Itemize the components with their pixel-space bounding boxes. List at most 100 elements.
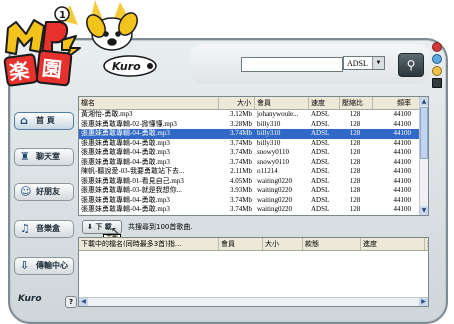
horizontal-scrollbar[interactable]: ◀ ▶: [79, 297, 428, 306]
column-header-compression[interactable]: 壓縮比: [340, 97, 373, 109]
cell-speed: ADSL: [311, 195, 330, 204]
queue-column-filename[interactable]: 下載中的檔名(同時最多3首)指...: [79, 238, 219, 250]
cell-speed: ADSL: [311, 119, 330, 128]
queue-column-size[interactable]: 大小: [263, 238, 303, 250]
cell-speed: ADSL: [311, 129, 330, 137]
search-button[interactable]: ⚲: [398, 53, 424, 77]
cell-size: 3.93Mb: [230, 186, 252, 194]
table-row[interactable]: 張惠妹勇敢專輯-04-勇敢.mp33.74Mbbilly310ADSL12844…: [79, 139, 420, 149]
cell-filename: 張惠妹勇敢專輯-04-勇敢.mp3: [81, 195, 170, 204]
cell-compression: 128: [349, 157, 361, 166]
table-row[interactable]: 張惠妹勇敢專輯-04-勇敢.mp3 3.74Mb waiting0220 ADSL 12…: [79, 205, 420, 215]
cell-member: o11214: [257, 167, 278, 175]
transfer-icon: ⇩: [20, 259, 30, 272]
panel-icon[interactable]: [432, 78, 442, 88]
cell-member: snowy0110: [257, 157, 290, 166]
cell-speed: ADSL: [311, 167, 330, 175]
close-icon[interactable]: [432, 42, 442, 52]
sidebar: ⌂ 首 頁 ♜ 聊天室 ☺ 好朋友 ♫ 音樂盒 ⇩ 傳輸中心: [14, 95, 76, 290]
queue-column-status[interactable]: 款態: [303, 238, 361, 250]
cell-frequency: 44100: [393, 148, 412, 156]
scroll-up-icon[interactable]: ▲: [420, 97, 428, 106]
settings-icon[interactable]: [432, 66, 442, 76]
sidebar-item-friends[interactable]: ☺ 好朋友: [14, 183, 74, 201]
cell-compression: 128: [349, 195, 361, 204]
scroll-left-icon[interactable]: ◀: [79, 298, 88, 306]
cell-size: 3.74Mb: [230, 195, 252, 204]
list-header: 檔名 大小 會員 速度 壓縮比 頻率: [79, 97, 428, 110]
column-header-speed[interactable]: 速度: [309, 97, 340, 109]
cell-compression: 128: [349, 129, 361, 137]
cell-filename: 張惠妹勇敢專輯-04-勇敢.mp3: [81, 129, 170, 137]
cell-frequency: 44100: [393, 157, 412, 166]
column-header-frequency[interactable]: 頻率: [373, 97, 420, 109]
cell-size: 3.12Mb: [230, 110, 252, 118]
table-row[interactable]: 張惠妹勇敢專輯-04-勇敢.mp3 3.74Mb waiting0220 ADSL 12…: [79, 196, 420, 206]
scroll-down-icon[interactable]: ▼: [420, 206, 428, 215]
table-row[interactable]: 張惠妹勇敢專輯-04-勇敢.mp33.74Mbbilly310ADSL12844…: [79, 215, 420, 216]
table-row[interactable]: 張惠妹勇敢專輯-03-就是我想你... 3.93Mb waiting0220 ADSL…: [79, 186, 420, 196]
search-status: 共搜尋到100首歌曲.: [128, 223, 193, 231]
column-header-filename[interactable]: 檔名: [79, 97, 219, 109]
cell-frequency: 44100: [393, 129, 412, 137]
cell-member: billy310: [257, 138, 281, 147]
cell-compression: 128: [349, 138, 361, 147]
cell-size: 4.05Mb: [230, 176, 252, 185]
cell-size: 3.74Mb: [230, 129, 252, 137]
sidebar-item-chatroom[interactable]: ♜ 聊天室: [14, 148, 74, 166]
cell-size: 3.74Mb: [230, 157, 252, 166]
table-row[interactable]: 張惠妹勇敢專輯-04-勇敢.mp3 3.74Mb snowy0110 ADSL 128 4…: [79, 158, 420, 168]
table-row[interactable]: 陳帆-聽說愛-03-我要勇敢站下去... 2.11Mb o11214 ADSL 128 4…: [79, 167, 420, 177]
cell-filename: 張惠妹勇敢專輯-01-看見自己.mp3: [81, 176, 184, 185]
vertical-scrollbar[interactable]: ▲ ▼: [419, 97, 428, 215]
sidebar-item-label: 傳輸中心: [36, 261, 68, 270]
sidebar-item-label: 聊天室: [36, 152, 60, 161]
sidebar-item-label: 首 頁: [36, 116, 55, 125]
queue-column-member[interactable]: 會員: [219, 238, 263, 250]
queue-column-speed[interactable]: 速: [425, 238, 428, 250]
column-header-member[interactable]: 會員: [255, 97, 309, 109]
app-logo: 楽 園 Kuro 1: [3, 0, 157, 87]
sidebar-item-music-box[interactable]: ♫ 音樂盒: [14, 220, 74, 238]
table-row[interactable]: 張惠妹勇敢專輯-01-看見自己.mp3 4.05Mb waiting0220 ADSL…: [79, 177, 420, 187]
download-queue[interactable]: 下載中的檔名(同時最多3首)指... 會員 大小 款態 進度 速 ◀ ▶: [78, 237, 429, 307]
chevron-down-icon[interactable]: ▼: [372, 57, 384, 69]
table-row[interactable]: 張惠妹勇敢專輯-04-勇敢.mp3 3.74Mb snowy0110 ADSL 128 4…: [79, 148, 420, 158]
cell-compression: 128: [349, 167, 361, 175]
download-button-label: 下 載: [95, 223, 112, 231]
music-box-icon: ♫: [20, 222, 30, 235]
chat-icon: ♜: [20, 150, 30, 163]
cell-frequency: 44100: [393, 195, 412, 204]
cell-compression: 128: [349, 176, 361, 185]
cell-filename: 張惠妹勇敢專輯-03-就是我想你...: [81, 186, 182, 194]
scroll-right-icon[interactable]: ▶: [419, 298, 428, 306]
cell-size: 3.74Mb: [230, 148, 252, 156]
search-icon: ⚲: [406, 58, 416, 72]
cell-filename: 張惠妹勇敢專輯-02-掀懂懂.mp3: [81, 119, 177, 128]
cell-compression: 128: [349, 119, 361, 128]
help-button[interactable]: ?: [65, 296, 77, 308]
cell-frequency: 44100: [393, 176, 412, 185]
queue-column-progress[interactable]: 進度: [361, 238, 425, 250]
sidebar-item-transfer-center[interactable]: ⇩ 傳輸中心: [14, 257, 74, 275]
cell-frequency: 44100: [393, 138, 412, 147]
scrollbar-thumb[interactable]: [420, 107, 428, 159]
cell-filename: 張惠妹勇敢專輯-04-勇敢.mp3: [81, 157, 170, 166]
home-icon: ⌂: [20, 114, 28, 127]
cell-compression: 128: [349, 110, 361, 118]
cell-speed: ADSL: [311, 148, 330, 156]
column-header-size[interactable]: 大小: [219, 97, 255, 109]
connection-type-select[interactable]: ADSL ▼: [343, 56, 385, 70]
cell-size: 3.74Mb: [230, 138, 252, 147]
table-row[interactable]: 張惠妹勇敢專輯-04-勇敢.mp33.74Mbbilly310ADSL12844…: [79, 129, 420, 139]
search-results-list[interactable]: 檔名 大小 會員 速度 壓縮比 頻率 黃湘怡-勇敢.mp3 3.12Mb johan…: [78, 96, 429, 216]
table-row[interactable]: 張惠妹勇敢專輯-02-掀懂懂.mp3 3.28Mb billy310 ADSL 128 4…: [79, 120, 420, 130]
connection-type-value: ADSL: [347, 59, 368, 68]
search-input[interactable]: [241, 57, 343, 72]
minimize-icon[interactable]: [432, 54, 442, 64]
sidebar-item-home[interactable]: ⌂ 首 頁: [14, 112, 74, 130]
table-row[interactable]: 黃湘怡-勇敢.mp3 3.12Mb johanywoule... ADSL 128 441…: [79, 110, 420, 120]
cell-member: waiting0220: [257, 186, 292, 194]
cell-frequency: 44100: [393, 186, 412, 194]
cell-filename: 張惠妹勇敢專輯-04-勇敢.mp3: [81, 138, 170, 147]
